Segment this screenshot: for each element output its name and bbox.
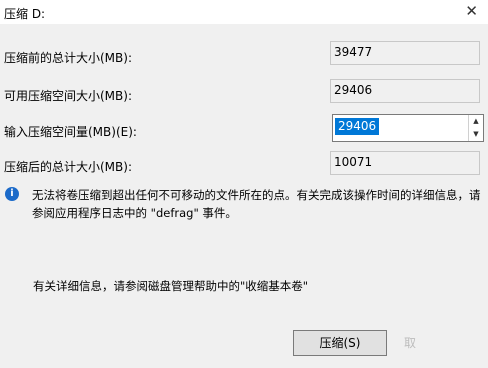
shrink-amount-input[interactable]: 29406 bbox=[335, 118, 380, 135]
close-icon[interactable]: ✕ bbox=[465, 2, 478, 20]
total-size-after-value: 10071 bbox=[330, 151, 480, 175]
shrink-amount-stepper[interactable]: 29406 ▲ ▼ bbox=[332, 114, 484, 142]
dialog-title: 压缩 D: bbox=[4, 7, 46, 21]
total-size-after-label: 压缩后的总计大小(MB): bbox=[4, 160, 132, 174]
spin-up-icon[interactable]: ▲ bbox=[469, 115, 483, 128]
total-size-before-value: 39477 bbox=[330, 41, 480, 65]
cancel-button[interactable]: 取 bbox=[398, 330, 488, 356]
spin-down-icon[interactable]: ▼ bbox=[469, 128, 483, 141]
shrink-button[interactable]: 压缩(S) bbox=[293, 330, 387, 356]
available-shrink-space-label: 可用压缩空间大小(MB): bbox=[4, 89, 132, 103]
stepper-buttons: ▲ ▼ bbox=[468, 115, 483, 141]
total-size-before-label: 压缩前的总计大小(MB): bbox=[4, 51, 132, 65]
title-bar: 压缩 D: ✕ bbox=[0, 0, 488, 24]
available-shrink-space-value: 29406 bbox=[330, 79, 480, 103]
info-message: 无法将卷压缩到超出任何不可移动的文件所在的点。有关完成该操作时间的详细信息，请参… bbox=[32, 188, 481, 220]
help-message: 有关详细信息，请参阅磁盘管理帮助中的"收缩基本卷" bbox=[33, 279, 309, 293]
info-icon: i bbox=[5, 187, 19, 201]
shrink-amount-label: 输入压缩空间量(MB)(E): bbox=[4, 125, 137, 139]
